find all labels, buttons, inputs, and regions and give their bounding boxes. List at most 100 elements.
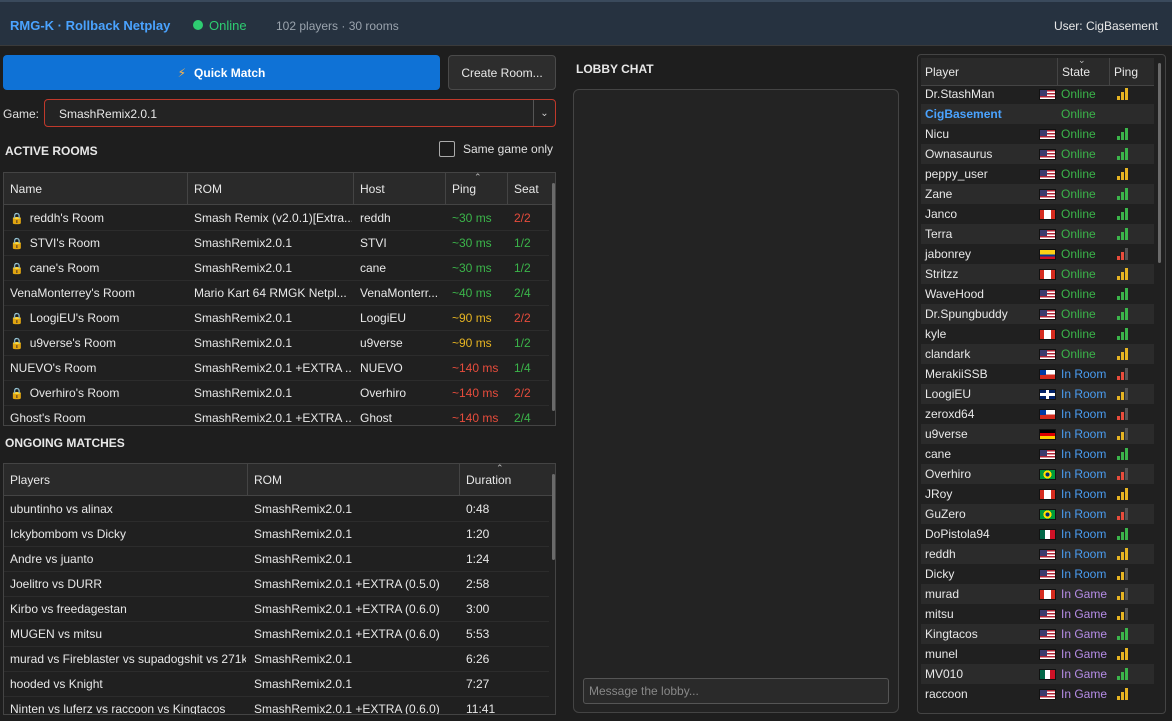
room-row[interactable]: VenaMonterrey's Room Mario Kart 64 RMGK N… xyxy=(4,281,549,306)
column-header-name[interactable]: Name xyxy=(4,173,188,205)
player-row[interactable]: Nicu Online xyxy=(921,124,1154,144)
room-row[interactable]: 🔒 u9verse's Room SmashRemix2.0.1 u9verse ~90… xyxy=(4,331,549,356)
signal-bar xyxy=(1125,648,1128,660)
player-state: Online xyxy=(1061,347,1096,361)
create-room-button[interactable]: Create Room... xyxy=(448,55,556,90)
player-name: Ownasaurus xyxy=(925,147,993,161)
player-state: In Room xyxy=(1061,447,1107,461)
signal-bar xyxy=(1117,436,1120,440)
player-name: JRoy xyxy=(925,487,953,501)
match-rom: SmashRemix2.0.1 xyxy=(254,552,353,566)
signal-bar xyxy=(1117,596,1120,600)
cl-flag-icon xyxy=(1039,409,1056,420)
player-row[interactable]: Dr.Spungbuddy Online xyxy=(921,304,1154,324)
player-row[interactable]: raccoon In Game xyxy=(921,684,1154,704)
match-row[interactable]: Kirbo vs freedagestan SmashRemix2.0.1 +EX… xyxy=(4,597,549,622)
player-row[interactable]: kyle Online xyxy=(921,324,1154,344)
player-row[interactable]: Kingtacos In Game xyxy=(921,624,1154,644)
rooms-scrollbar[interactable] xyxy=(552,183,555,411)
match-row[interactable]: hooded vs Knight SmashRemix2.0.1 7:27 xyxy=(4,672,549,697)
chat-message-input[interactable]: Message the lobby... xyxy=(583,678,889,704)
column-header-players[interactable]: Players xyxy=(4,464,248,496)
column-header-state[interactable]: ⌄ State xyxy=(1058,55,1110,86)
signal-bar xyxy=(1121,532,1124,540)
room-row[interactable]: 🔒 reddh's Room Smash Remix (v2.0.1)[Extra.… xyxy=(4,206,549,231)
player-row[interactable]: reddh In Room xyxy=(921,544,1154,564)
us-flag-icon xyxy=(1039,149,1056,160)
lock-icon: 🔒 xyxy=(10,238,24,250)
player-row[interactable]: jabonrey Online xyxy=(921,244,1154,264)
signal-bar xyxy=(1125,308,1128,320)
player-row[interactable]: mitsu In Game xyxy=(921,604,1154,624)
player-row[interactable]: MerakiiSSB In Room xyxy=(921,364,1154,384)
lobby-chat-panel xyxy=(573,89,899,713)
room-row[interactable]: Ghost's Room SmashRemix2.0.1 +EXTRA ... Gh… xyxy=(4,406,549,425)
column-header-duration[interactable]: ⌃ Duration xyxy=(460,464,548,496)
match-row[interactable]: murad vs Fireblaster vs supadogshit vs 2… xyxy=(4,647,549,672)
player-row[interactable]: DoPistola94 In Room xyxy=(921,524,1154,544)
column-header-player[interactable]: Player xyxy=(921,58,1058,86)
match-duration: 0:48 xyxy=(466,502,490,516)
player-name: Overhiro xyxy=(925,467,972,481)
room-row[interactable]: 🔒 STVI's Room SmashRemix2.0.1 STVI ~30 ms 1/2 xyxy=(4,231,549,256)
player-row[interactable]: Stritzz Online xyxy=(921,264,1154,284)
room-row[interactable]: 🔒 Overhiro's Room SmashRemix2.0.1 Overhiro ~… xyxy=(4,381,549,406)
room-row[interactable]: NUEVO's Room SmashRemix2.0.1 +EXTRA ... NU… xyxy=(4,356,549,381)
signal-bar xyxy=(1125,568,1128,580)
ping-signal-icon xyxy=(1117,428,1135,440)
player-row[interactable]: Ownasaurus Online xyxy=(921,144,1154,164)
player-row[interactable]: peppy_user Online xyxy=(921,164,1154,184)
column-header-rom[interactable]: ROM xyxy=(188,173,354,205)
room-seat: 1/2 xyxy=(514,236,531,250)
column-header-seat[interactable]: Seat xyxy=(508,173,548,205)
column-header-player-ping[interactable]: Ping xyxy=(1110,58,1154,86)
player-row[interactable]: Janco Online xyxy=(921,204,1154,224)
player-row[interactable]: cane In Room xyxy=(921,444,1154,464)
player-row[interactable]: munel In Game xyxy=(921,644,1154,664)
room-name: VenaMonterrey's Room xyxy=(10,286,136,300)
player-row[interactable]: clandark Online xyxy=(921,344,1154,364)
same-game-only-checkbox[interactable] xyxy=(439,141,455,157)
signal-bar xyxy=(1121,612,1124,620)
player-row[interactable]: MV010 In Game xyxy=(921,664,1154,684)
player-row[interactable]: CigBasement Online xyxy=(921,104,1154,124)
player-row[interactable]: LoogiEU In Room xyxy=(921,384,1154,404)
player-row[interactable]: zeroxd64 In Room xyxy=(921,404,1154,424)
same-game-only-toggle[interactable]: Same game only xyxy=(439,141,553,157)
player-row[interactable]: murad In Game xyxy=(921,584,1154,604)
column-header-ping[interactable]: ⌃ Ping xyxy=(446,173,508,205)
us-flag-icon xyxy=(1039,129,1056,140)
player-row[interactable]: WaveHood Online xyxy=(921,284,1154,304)
column-header-host[interactable]: Host xyxy=(354,173,446,205)
game-select[interactable]: SmashRemix2.0.1 ⌄ xyxy=(44,99,556,127)
player-row[interactable]: u9verse In Room xyxy=(921,424,1154,444)
signal-bar xyxy=(1125,548,1128,560)
room-row[interactable]: 🔒 cane's Room SmashRemix2.0.1 cane ~30 ms 1/2 xyxy=(4,256,549,281)
player-row[interactable]: Dr.StashMan Online xyxy=(921,84,1154,104)
player-row[interactable]: JRoy In Room xyxy=(921,484,1154,504)
match-row[interactable]: Ickybombom vs Dicky SmashRemix2.0.1 1:20 xyxy=(4,522,549,547)
match-row[interactable]: ubuntinho vs alinax SmashRemix2.0.1 0:48 xyxy=(4,497,549,522)
player-row[interactable]: Dicky In Room xyxy=(921,564,1154,584)
room-host: STVI xyxy=(360,236,387,250)
match-row[interactable]: Andre vs juanto SmashRemix2.0.1 1:24 xyxy=(4,547,549,572)
match-row[interactable]: MUGEN vs mitsu SmashRemix2.0.1 +EXTRA (0.… xyxy=(4,622,549,647)
match-row[interactable]: Ninten vs luferz vs raccoon vs Kingtacos… xyxy=(4,697,549,714)
quick-match-button[interactable]: ⚡ Quick Match xyxy=(3,55,440,90)
player-name: jabonrey xyxy=(925,247,972,261)
player-state: In Game xyxy=(1061,667,1108,681)
player-list-scrollbar[interactable] xyxy=(1158,63,1161,263)
room-row[interactable]: 🔒 LoogiEU's Room SmashRemix2.0.1 LoogiEU ~90… xyxy=(4,306,549,331)
room-rom: Mario Kart 64 RMGK Netpl... xyxy=(194,286,347,300)
ping-signal-icon xyxy=(1117,88,1135,100)
signal-bar xyxy=(1121,172,1124,180)
match-row[interactable]: Joelitro vs DURR SmashRemix2.0.1 +EXTRA (… xyxy=(4,572,549,597)
matches-scrollbar[interactable] xyxy=(552,474,555,560)
chevron-down-icon[interactable]: ⌄ xyxy=(533,100,555,126)
signal-bar xyxy=(1117,696,1120,700)
player-row[interactable]: Zane Online xyxy=(921,184,1154,204)
player-row[interactable]: GuZero In Room xyxy=(921,504,1154,524)
player-row[interactable]: Overhiro In Room xyxy=(921,464,1154,484)
player-row[interactable]: Terra Online xyxy=(921,224,1154,244)
column-header-match-rom[interactable]: ROM xyxy=(248,464,460,496)
